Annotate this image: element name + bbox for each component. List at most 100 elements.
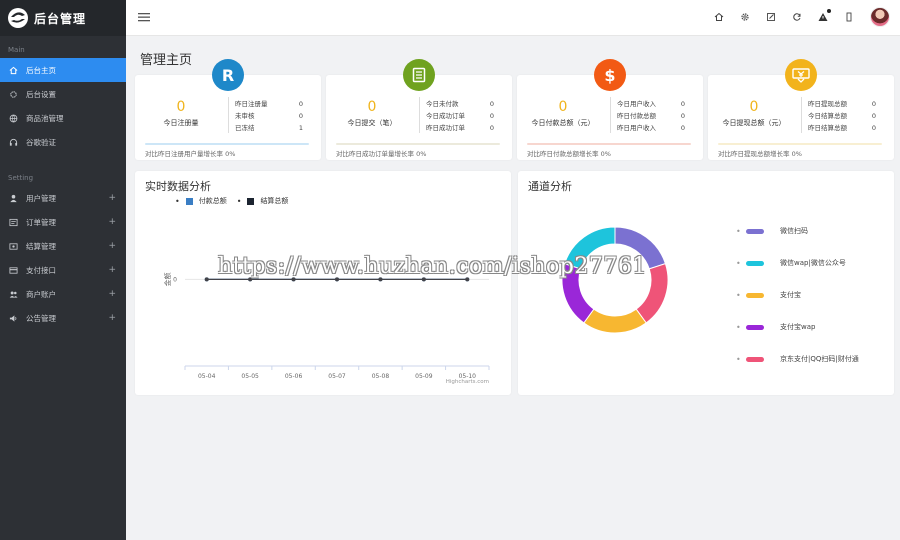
stat-row: 今日成功订单 0 [426, 110, 506, 122]
home-icon [8, 65, 18, 75]
avatar[interactable] [870, 7, 890, 27]
donut-slice-3[interactable] [561, 262, 595, 324]
series-point-1 [291, 277, 296, 282]
sidebar-item-1-0[interactable]: 用户管理 + [0, 186, 126, 210]
donut-legend-item-2[interactable]: • 支付宝 [736, 279, 859, 311]
stat-details: 今日用户收入 0 昨日付款总额 0 昨日用户收入 0 [617, 98, 697, 134]
donut-chart [561, 226, 669, 334]
stat-value: 0 [749, 99, 759, 115]
stat-value: 0 [176, 99, 186, 115]
order-icon [8, 217, 18, 227]
expand-icon[interactable]: + [108, 217, 116, 227]
notepad-icon [412, 67, 426, 83]
stat-details: 昨日提现总额 0 今日结算总额 0 昨日结算总额 0 [808, 98, 888, 134]
gear-icon[interactable] [740, 12, 750, 22]
stat-row-value: 1 [298, 124, 303, 132]
stat-footer: 对比昨日提现总额增长率 0% [718, 150, 802, 158]
stat-row-value: 0 [680, 112, 685, 120]
x-tick-label: 05-09 [415, 373, 433, 380]
stat-row: 昨日注册量 0 [235, 98, 315, 110]
fullscreen-icon[interactable] [844, 12, 854, 22]
stat-row: 今日未付款 0 [426, 98, 506, 110]
series-point-1 [378, 277, 383, 282]
home-icon[interactable] [714, 12, 724, 22]
expand-icon[interactable]: + [108, 313, 116, 323]
legend-swatch [746, 324, 764, 330]
channel-panel: 通道分析 • 微信扫码 • 微信wap|微信公众号 • 支付宝 • 支付宝wap • 京东支付|Q… [518, 171, 894, 395]
stat-value: 0 [367, 99, 377, 115]
stat-card-3: 0 今日提现总额（元） 昨日提现总额 0 今日结算总额 0 昨日结算总额 0 对比昨日提现总额增… [708, 59, 894, 160]
expand-icon[interactable]: + [108, 241, 116, 251]
sidebar-item-0-0[interactable]: 后台主页 [0, 58, 126, 82]
stat-badge-icon: $ [594, 59, 626, 91]
sidebar-item-1-4[interactable]: 商户账户 + [0, 282, 126, 306]
donut-slice-2[interactable] [583, 308, 647, 334]
stat-label: 今日付款总额（元） [531, 119, 595, 127]
stat-footer: 对比昨日成功订单量增长率 0% [336, 150, 427, 158]
donut-legend-label: 微信wap|微信公众号 [780, 259, 846, 267]
refresh-icon[interactable] [792, 12, 802, 22]
stat-row-value: 0 [680, 100, 685, 108]
legend-swatch [746, 260, 764, 266]
stat-row-value: 0 [489, 124, 494, 132]
donut-legend-item-0[interactable]: • 微信扫码 [736, 215, 859, 247]
sidebar-item-label: 支付接口 [26, 265, 56, 275]
sidebar-item-label: 后台设置 [26, 89, 56, 99]
sidebar-item-1-2[interactable]: 结算管理 + [0, 234, 126, 258]
stat-badge-icon [785, 59, 817, 91]
cash-icon [792, 68, 810, 83]
chart-credits[interactable]: Highcharts.com [446, 379, 489, 385]
sidebar-item-1-5[interactable]: 公告管理 + [0, 306, 126, 330]
stat-row: 已冻结 1 [235, 122, 315, 134]
sidebar-item-label: 商品池管理 [26, 113, 64, 123]
stat-progress-bar [336, 143, 500, 145]
sidebar-item-0-1[interactable]: 后台设置 [0, 82, 126, 106]
alert-icon[interactable] [818, 9, 831, 22]
expand-icon[interactable]: + [108, 265, 116, 275]
brand[interactable]: 后台管理 [0, 0, 126, 36]
menu-toggle-icon[interactable] [138, 11, 150, 23]
x-tick-label: 05-06 [285, 373, 303, 380]
stat-row-label: 昨日注册量 [235, 100, 268, 108]
x-tick-label: 05-04 [198, 373, 216, 380]
donut-legend-item-1[interactable]: • 微信wap|微信公众号 [736, 247, 859, 279]
x-tick-label: 05-07 [328, 373, 346, 380]
sidebar-item-label: 结算管理 [26, 241, 56, 251]
x-tick-label: 05-05 [241, 373, 259, 380]
topbar [126, 0, 900, 36]
donut-slice-4[interactable] [635, 262, 669, 324]
stat-details: 昨日注册量 0 未审核 0 已冻结 1 [235, 98, 315, 134]
sidebar-item-label: 谷歌验证 [26, 137, 56, 147]
donut-legend-item-4[interactable]: • 京东支付|QQ扫码|财付通 [736, 343, 859, 375]
donut-legend-label: 微信扫码 [780, 227, 808, 235]
card-icon [8, 265, 18, 275]
globe-icon [8, 113, 18, 123]
donut-slice-1[interactable] [563, 226, 616, 270]
stat-row: 昨日结算总额 0 [808, 122, 888, 134]
stat-row-label: 未审核 [235, 112, 255, 120]
y-axis-title: 金额 [163, 272, 172, 286]
stat-row: 今日结算总额 0 [808, 110, 888, 122]
stat-row-label: 昨日付款总额 [617, 112, 656, 120]
sidebar-item-1-1[interactable]: 订单管理 + [0, 210, 126, 234]
sidebar-item-0-3[interactable]: 谷歌验证 [0, 130, 126, 154]
stat-row: 昨日付款总额 0 [617, 110, 697, 122]
sidebar-item-0-2[interactable]: 商品池管理 [0, 106, 126, 130]
stat-card-2: $0 今日付款总额（元） 今日用户收入 0 昨日付款总额 0 昨日用户收入 0 对比昨日付款总额… [517, 59, 703, 160]
expand-icon[interactable]: + [108, 193, 116, 203]
expand-icon[interactable]: + [108, 289, 116, 299]
stat-row-label: 今日成功订单 [426, 112, 465, 120]
stat-progress-bar [145, 143, 309, 145]
stat-row: 昨日提现总额 0 [808, 98, 888, 110]
edit-icon[interactable] [766, 12, 776, 22]
donut-legend-item-3[interactable]: • 支付宝wap [736, 311, 859, 343]
realtime-panel: 实时数据分析 • 付款总额 • 结算总额 05-04 05-05 05-06 05-0… [135, 171, 511, 395]
stat-row-label: 昨日成功订单 [426, 124, 465, 132]
stat-row-value: 0 [871, 112, 876, 120]
sidebar-item-1-3[interactable]: 支付接口 + [0, 258, 126, 282]
sidebar-section-title: Main [8, 46, 25, 54]
stat-card-0: R 0 今日注册量 昨日注册量 0 未审核 0 已冻结 1 对比昨日注册用户量增长率 0% [135, 59, 321, 160]
users-icon [8, 289, 18, 299]
headset-icon [8, 137, 18, 147]
donut-slice-0[interactable] [614, 226, 667, 270]
